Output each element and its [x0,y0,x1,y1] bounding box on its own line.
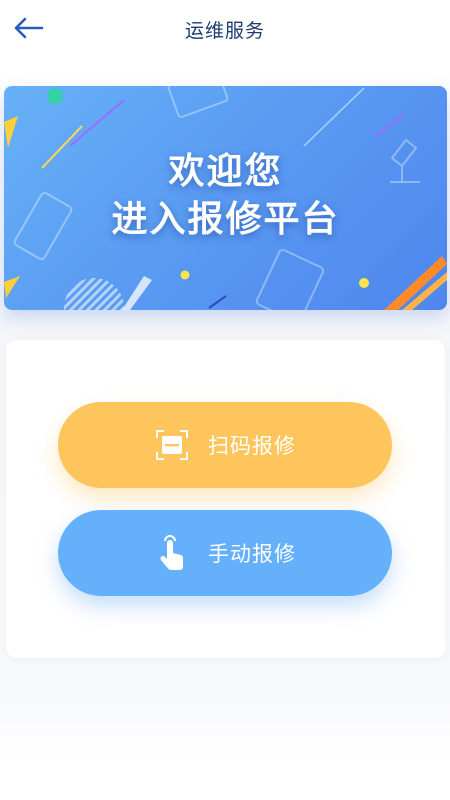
scan-icon [154,427,190,463]
manual-report-label: 手动报修 [208,542,296,566]
scan-report-label: 扫码报修 [208,434,296,458]
scan-report-button[interactable]: 扫码报修 [58,402,392,488]
header-bar: 运维服务 [0,0,450,62]
welcome-banner: 欢迎您 进入报修平台 [4,86,447,310]
action-card [6,340,445,658]
manual-report-button[interactable]: 手动报修 [58,510,392,596]
back-button[interactable] [8,12,48,48]
page-title: 运维服务 [184,20,265,42]
hand-tap-icon [154,535,190,571]
banner-line-1: 欢迎您 [168,151,283,192]
banner-line-2: 进入报修平台 [111,199,340,240]
page: 运维服务 欢迎您 进入报修平台 扫码报修 手动报修 [0,0,450,800]
banner-heading: 欢迎您 进入报修平台 [4,148,447,244]
arrow-left-icon [12,16,44,44]
